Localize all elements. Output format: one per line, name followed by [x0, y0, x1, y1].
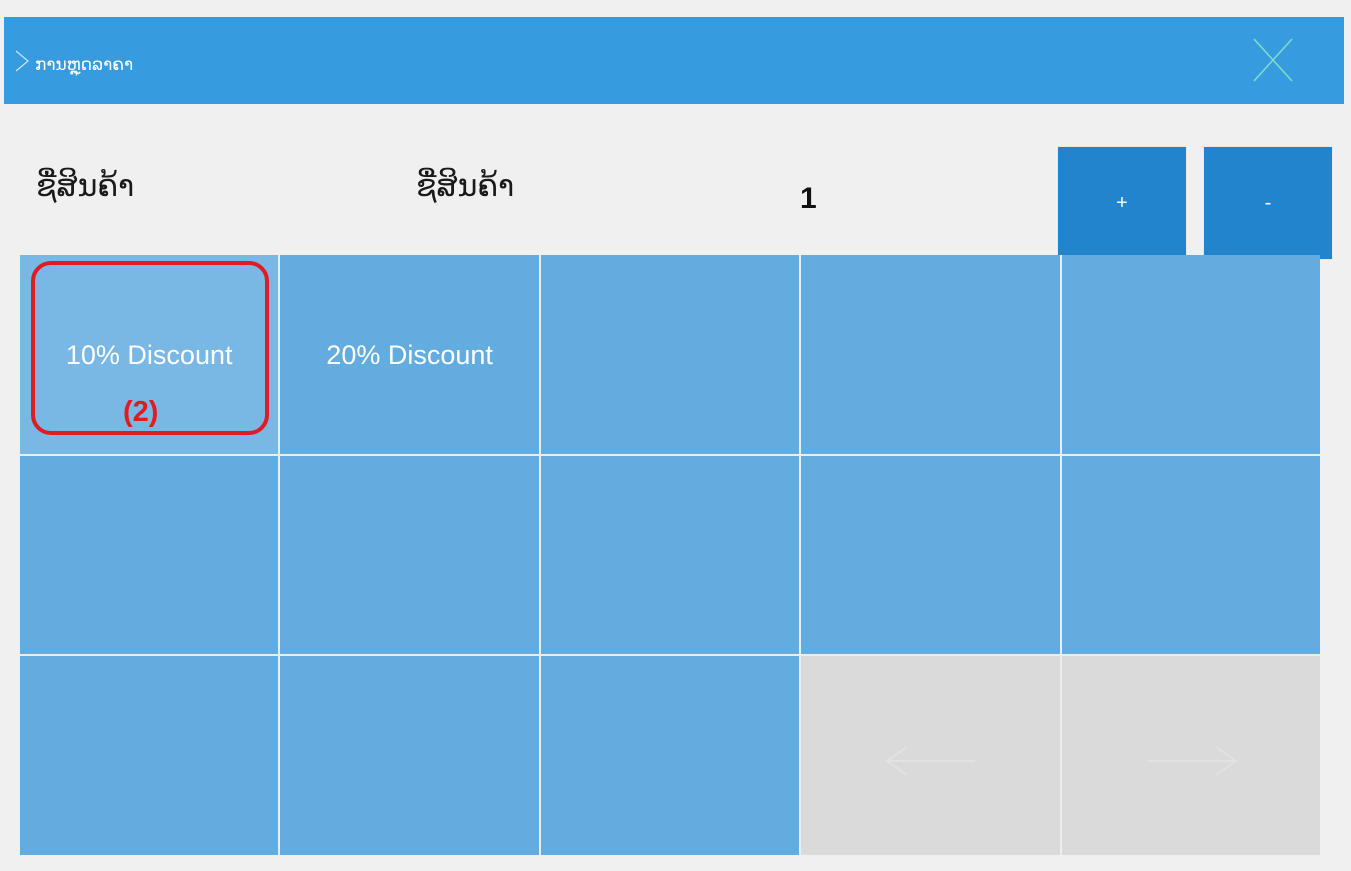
discount-tile-empty[interactable]	[540, 656, 800, 855]
tile-label: 20% Discount	[326, 340, 493, 370]
discount-tile-20[interactable]: 20% Discount	[280, 255, 539, 454]
increment-button[interactable]: +	[1058, 147, 1186, 259]
close-icon[interactable]	[1252, 37, 1294, 83]
discount-tile-empty[interactable]	[280, 455, 539, 655]
dialog-title: ການຫຼຸດລາຄາ	[35, 55, 134, 75]
quantity-value: 1	[800, 182, 817, 215]
discount-grid: 10% Discount 20% Discount	[20, 255, 1320, 855]
product-name-value: ຊື່ສິນຄ້າ	[416, 169, 515, 204]
chevron-right-icon	[15, 50, 29, 72]
arrow-left-icon	[885, 746, 976, 776]
tile-label: 10% Discount	[65, 340, 233, 370]
discount-tile-empty[interactable]	[1061, 255, 1320, 454]
discount-tile-empty[interactable]	[540, 255, 800, 454]
prev-page-button[interactable]	[801, 656, 1060, 855]
product-name-label: ຊື່ສິນຄ້າ	[36, 169, 135, 204]
next-page-button[interactable]	[1061, 656, 1320, 855]
discount-tile-empty[interactable]	[540, 455, 800, 655]
decrement-button[interactable]: -	[1204, 147, 1332, 259]
arrow-right-icon	[1147, 746, 1237, 776]
discount-tile-empty[interactable]	[20, 455, 279, 655]
discount-tile-empty[interactable]	[20, 656, 279, 855]
annotation-badge: (2)	[123, 396, 159, 428]
discount-tile-empty[interactable]	[801, 255, 1060, 454]
discount-tile-empty[interactable]	[1061, 455, 1320, 655]
discount-tile-empty[interactable]	[801, 455, 1060, 655]
discount-tile-empty[interactable]	[280, 656, 539, 855]
title-bar: ການຫຼຸດລາຄາ	[4, 17, 1344, 104]
